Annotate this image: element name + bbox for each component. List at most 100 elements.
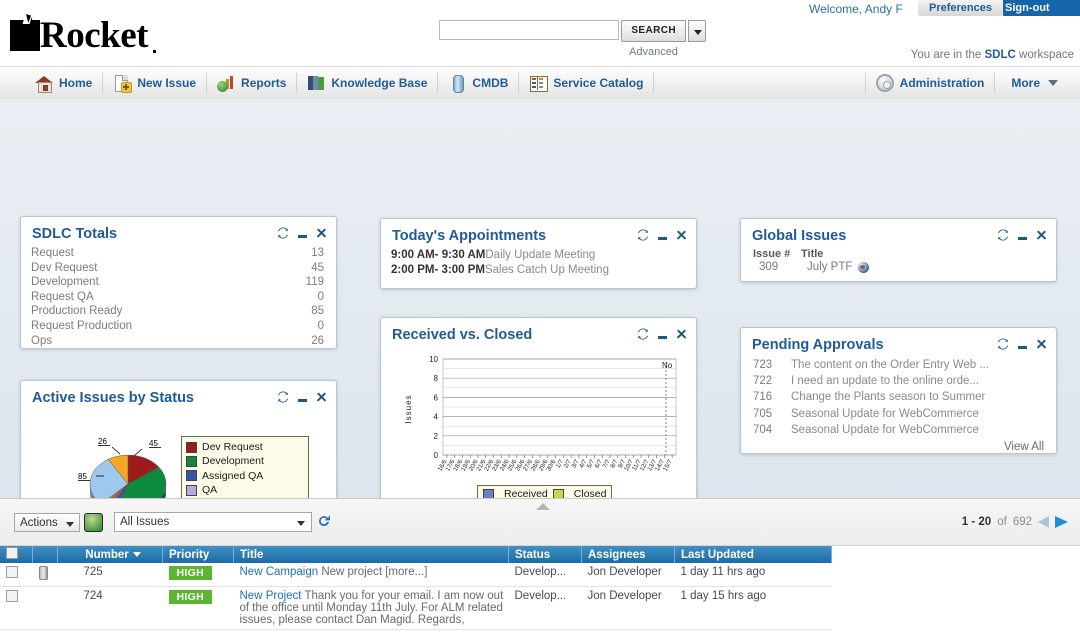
minimize-icon[interactable] xyxy=(658,335,667,339)
sdlc-row-value: 13 xyxy=(311,247,324,259)
column-label-title: Title xyxy=(240,548,264,561)
priority-badge: HIGH xyxy=(168,566,212,580)
issue-title-link[interactable]: New Campaign xyxy=(240,566,319,578)
row-checkbox[interactable] xyxy=(6,590,18,602)
close-icon[interactable] xyxy=(1036,230,1047,241)
issue-filter-value: All Issues xyxy=(120,516,170,528)
close-icon[interactable] xyxy=(676,230,687,241)
line-chart-body: 0 2 4 6 8 10 Issues No 16/6 17/6 18/6 19/6 20/6 21/6 2… xyxy=(381,347,696,505)
search-button[interactable]: SEARCH xyxy=(621,20,686,42)
sdlc-row-value: 26 xyxy=(311,334,324,347)
top-bar: Rocket SEARCH Advanced Welcome, Andy F P… xyxy=(0,0,1080,64)
nav-item-new-issue[interactable]: New Issue xyxy=(103,67,206,99)
search-dropdown-toggle[interactable] xyxy=(688,20,707,42)
column-header-select[interactable] xyxy=(0,546,33,563)
close-icon[interactable] xyxy=(676,329,687,340)
panel-sdlc-totals: SDLC Totals Request 13 Dev Request 45 Deve… xyxy=(20,216,337,349)
minimize-icon[interactable] xyxy=(1018,236,1027,240)
panel-tools xyxy=(997,229,1047,241)
close-icon[interactable] xyxy=(1036,339,1047,350)
attachment-icon xyxy=(38,566,48,580)
row-checkbox[interactable] xyxy=(6,566,18,578)
list-item: Request Production 0 xyxy=(21,319,336,334)
column-label-last-updated: Last Updated xyxy=(681,548,754,561)
sort-descending-icon xyxy=(132,551,141,557)
new-document-icon xyxy=(113,74,133,93)
list-item[interactable]: 722 I need an update to the online orde..… xyxy=(741,373,1056,389)
advanced-search-link[interactable]: Advanced xyxy=(629,46,678,58)
nav-item-administration[interactable]: Administration xyxy=(866,67,995,99)
sdlc-row-value: 0 xyxy=(317,290,324,303)
global-issue-number: 309 xyxy=(759,261,779,273)
select-all-checkbox[interactable] xyxy=(6,547,18,559)
column-header-issue-number: Issue # xyxy=(753,248,791,260)
signout-help-bar: Sign-out Help xyxy=(1003,0,1080,30)
nav-label-new-issue: New Issue xyxy=(137,76,197,90)
column-header-title[interactable]: Title xyxy=(233,546,509,563)
sdlc-row-label: Dev Request xyxy=(31,261,98,274)
refresh-icon[interactable] xyxy=(637,229,649,241)
logo-trademark-dot xyxy=(153,50,156,53)
nav-item-more[interactable]: More xyxy=(995,67,1068,99)
legend-label: QA xyxy=(202,484,218,497)
row-attachment-cell xyxy=(32,563,58,587)
sdlc-row-label: Request xyxy=(31,247,74,259)
issue-title-link[interactable]: New Project xyxy=(240,590,302,602)
refresh-icon[interactable] xyxy=(637,328,649,340)
nav-item-knowledge-base[interactable]: Knowledge Base xyxy=(297,67,437,99)
collapse-dashboard-icon[interactable] xyxy=(536,503,550,511)
refresh-icon[interactable] xyxy=(997,338,1009,350)
table-row[interactable]: 724 HIGH New Project Thank you for your … xyxy=(0,586,832,630)
row-select-cell[interactable] xyxy=(0,563,33,587)
nav-label-more: More xyxy=(1011,76,1040,90)
application-window: Rocket SEARCH Advanced Welcome, Andy F P… xyxy=(0,0,1080,638)
search-input[interactable] xyxy=(439,20,619,40)
minimize-icon[interactable] xyxy=(298,234,307,238)
nav-item-service-catalog[interactable]: Service Catalog xyxy=(519,67,653,99)
help-link[interactable]: Help xyxy=(1003,18,1031,30)
minimize-icon[interactable] xyxy=(298,398,307,402)
row-attachment-cell xyxy=(32,586,58,630)
list-item[interactable]: 704 Seasonal Update for WebCommerce xyxy=(741,422,1056,438)
close-icon[interactable] xyxy=(316,392,327,403)
approval-text: Change the Plants season to Summer xyxy=(791,391,986,404)
received-vs-closed-chart: 0246810IssuesNo16/617/618/619/620/621/62… xyxy=(404,355,677,472)
signout-link[interactable]: Sign-out xyxy=(1003,2,1052,14)
globe-icon xyxy=(858,262,870,273)
list-item: Development 119 xyxy=(21,275,336,290)
column-header-last-updated[interactable]: Last Updated xyxy=(674,546,832,563)
nav-item-reports[interactable]: Reports xyxy=(207,67,296,99)
refresh-icon[interactable] xyxy=(277,391,289,403)
list-item[interactable]: 716 Change the Plants season to Summer xyxy=(741,389,1056,405)
previous-page-icon[interactable] xyxy=(1038,516,1049,528)
list-item: Dev Request 45 xyxy=(21,261,336,276)
nav-label-cmdb: CMDB xyxy=(472,76,509,90)
next-page-icon[interactable] xyxy=(1055,516,1068,528)
approval-number: 723 xyxy=(753,359,773,371)
nav-item-home[interactable]: Home xyxy=(25,67,102,99)
row-select-cell[interactable] xyxy=(0,586,33,630)
y-axis-tick: 6 xyxy=(434,393,439,402)
refresh-icon[interactable] xyxy=(997,229,1009,241)
column-header-assignees[interactable]: Assignees xyxy=(581,546,675,563)
preferences-tab[interactable]: Preferences xyxy=(918,0,1003,16)
issue-filter-select[interactable]: All Issues xyxy=(114,512,312,532)
refresh-grid-icon[interactable] xyxy=(317,513,331,529)
go-button[interactable] xyxy=(84,513,103,532)
priority-badge: HIGH xyxy=(168,590,212,604)
close-icon[interactable] xyxy=(316,228,327,239)
table-row[interactable]: 725 HIGH New Campaign New project [more.… xyxy=(0,563,832,587)
table-row[interactable]: 309 July PTF xyxy=(741,260,1056,275)
minimize-icon[interactable] xyxy=(1018,345,1027,349)
list-item[interactable]: 705 Seasonal Update for WebCommerce xyxy=(741,406,1056,422)
view-all-link[interactable]: View All xyxy=(741,441,1056,453)
column-header-number[interactable]: Number xyxy=(57,546,163,563)
refresh-icon[interactable] xyxy=(277,227,289,239)
approval-text: Seasonal Update for WebCommerce xyxy=(791,407,979,420)
minimize-icon[interactable] xyxy=(658,236,667,240)
column-header-status[interactable]: Status xyxy=(508,546,582,563)
column-header-priority[interactable]: Priority xyxy=(162,546,234,563)
list-item[interactable]: 723 The content on the Order Entry Web ..… xyxy=(741,357,1056,373)
nav-item-cmdb[interactable]: CMDB xyxy=(438,67,518,99)
actions-dropdown[interactable]: Actions xyxy=(14,513,80,532)
